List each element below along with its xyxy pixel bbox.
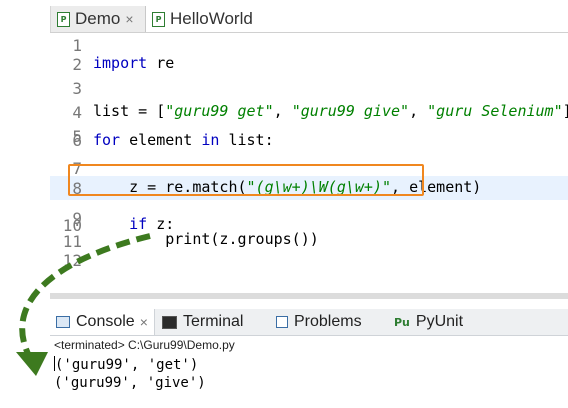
dashed-arrow-icon — [16, 233, 151, 376]
